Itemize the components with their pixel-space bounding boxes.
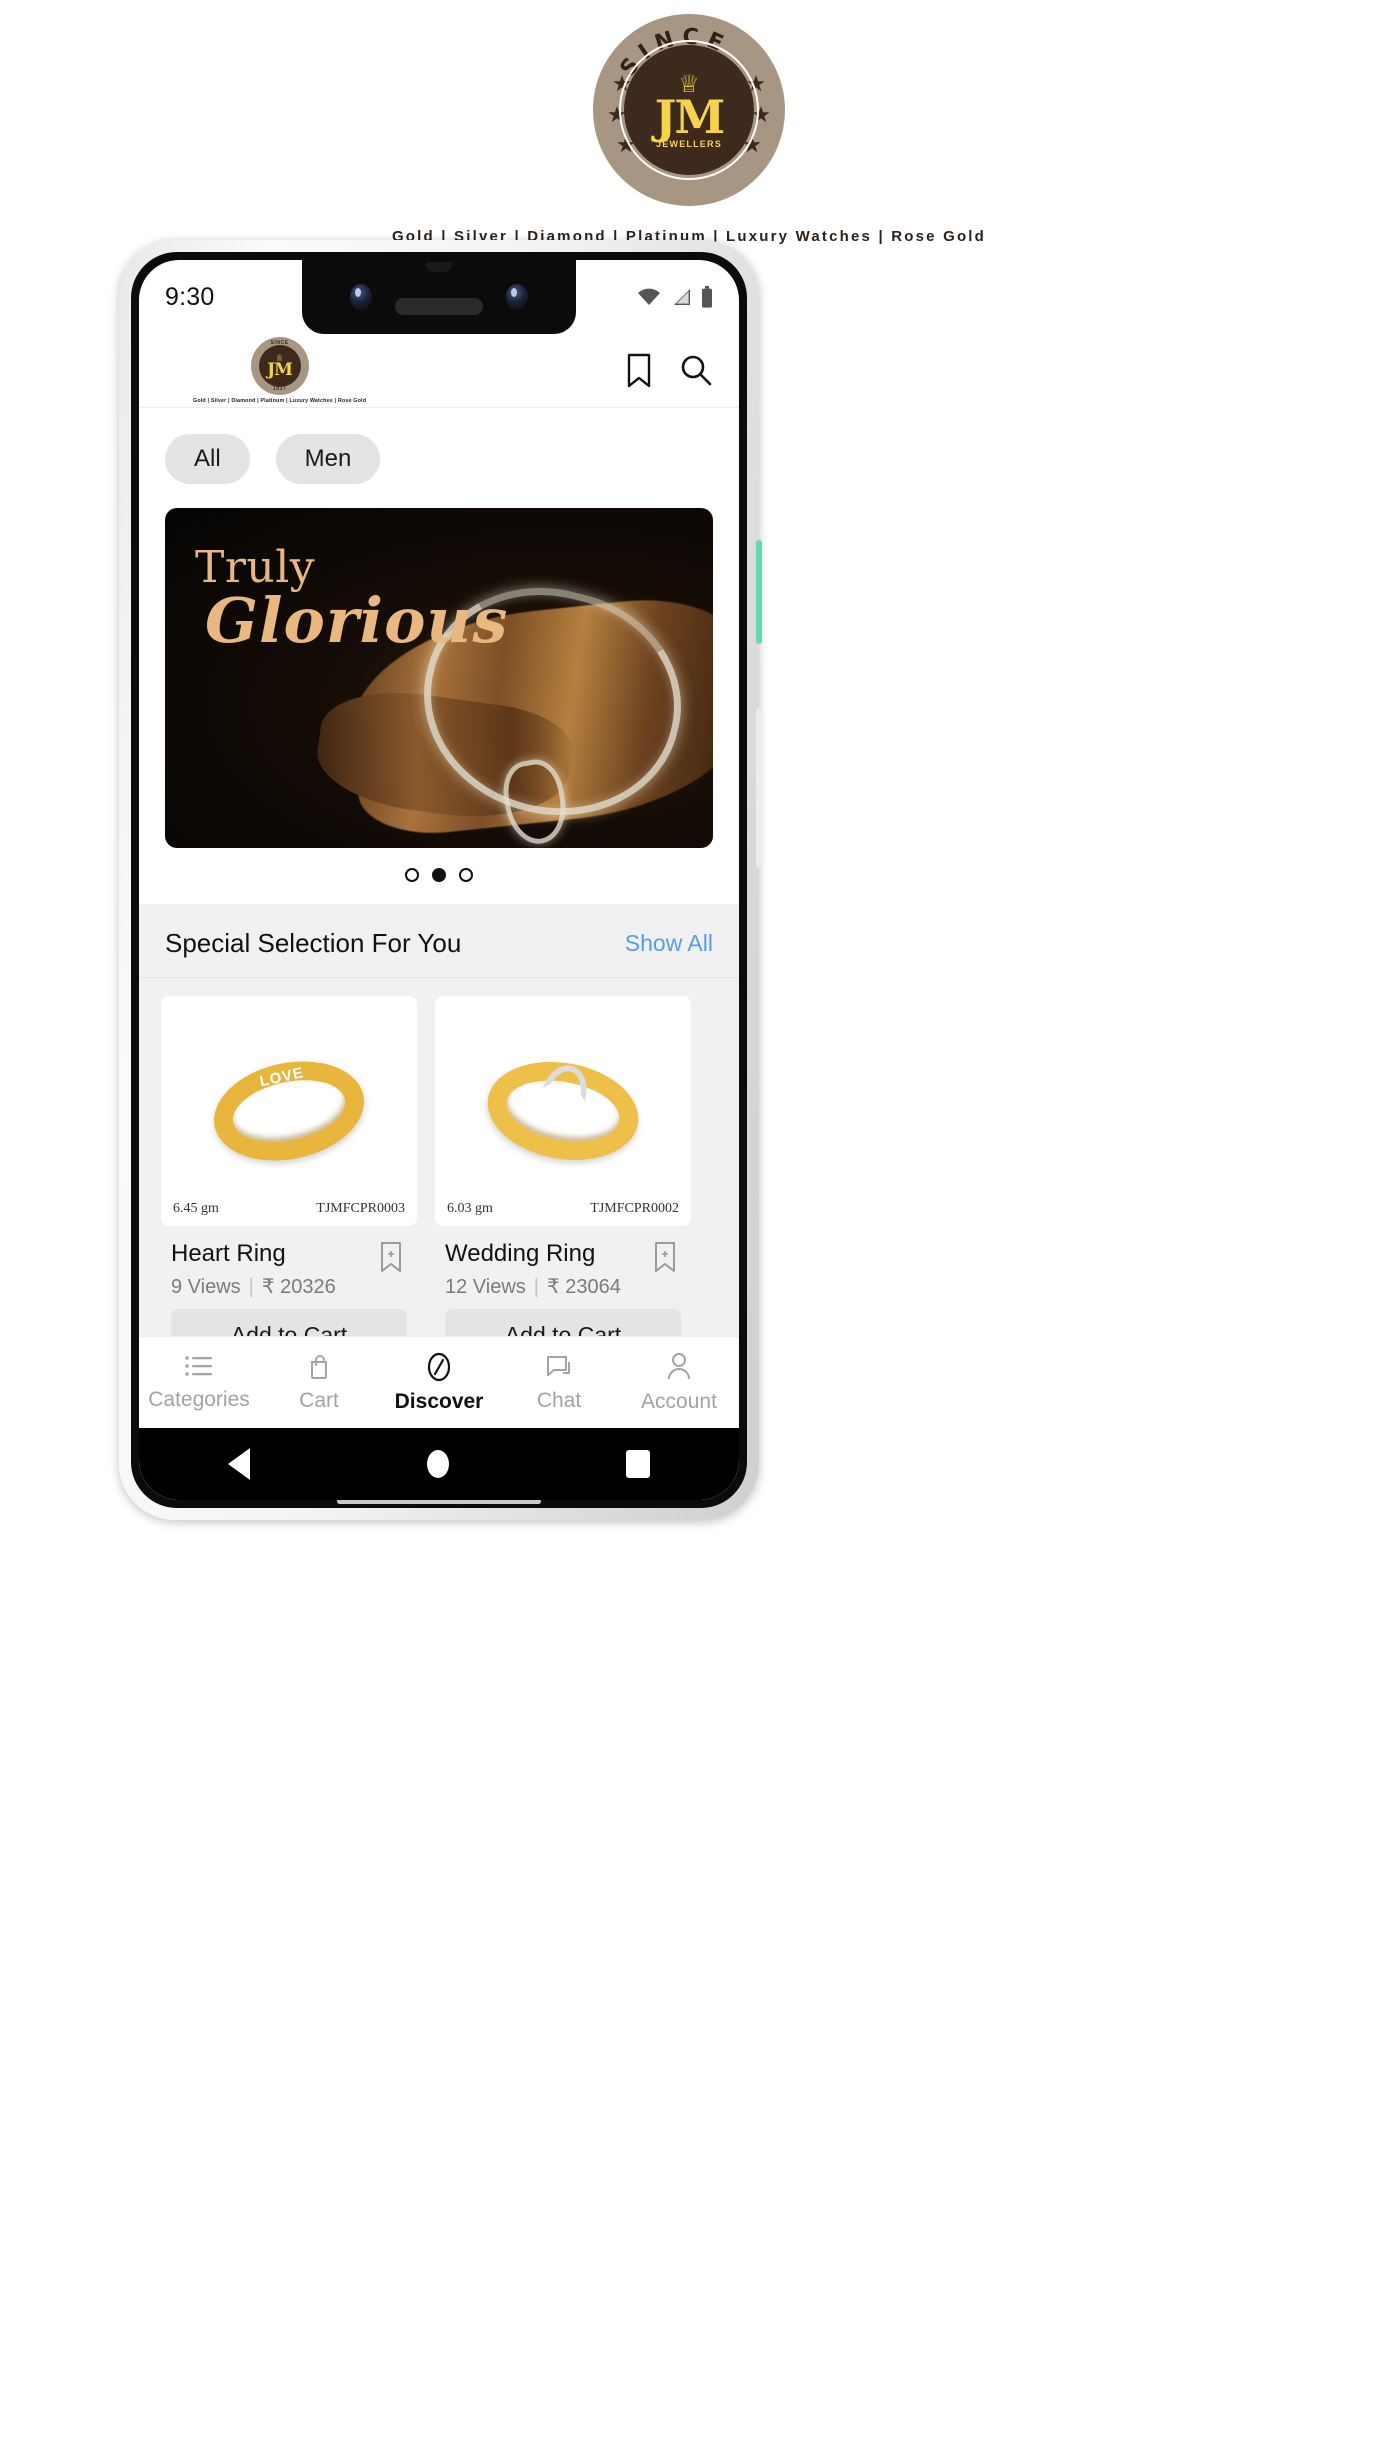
product-subline: 9 Views | ₹ 20326 <box>171 1274 336 1299</box>
ring-illustration <box>479 1050 647 1172</box>
android-navigation-bar <box>139 1428 739 1500</box>
nav-label: Categories <box>148 1387 250 1411</box>
nav-item-cart[interactable]: Cart <box>264 1353 374 1413</box>
carousel-dot-2[interactable] <box>432 868 446 882</box>
nav-item-chat[interactable]: Chat <box>504 1353 614 1413</box>
page-root: SINCE 1937 ♕ JM JEWELLERS <box>0 0 1378 2446</box>
product-card[interactable]: LOVE 6.45 gm TJMFCPR0003 Heart Ring 9 Vi… <box>161 996 417 1367</box>
brand-logo: SINCE 1937 ♕ JM JEWELLERS <box>593 14 785 206</box>
header-actions <box>625 353 713 389</box>
logo-inner: ♕ JM JEWELLERS <box>624 45 754 175</box>
product-text: Wedding Ring 12 Views | ₹ 23064 <box>445 1240 621 1299</box>
special-selection-section: Special Selection For You Show All LOVE <box>139 904 739 1369</box>
earpiece-speaker <box>395 298 483 315</box>
phone-notch <box>302 260 576 334</box>
product-price: ₹ 20326 <box>261 1276 336 1298</box>
product-weight: 6.03 gm <box>447 1201 493 1216</box>
logo-monogram: JM <box>654 90 726 144</box>
divider: | <box>248 1276 254 1298</box>
front-camera-left-icon <box>350 284 372 310</box>
product-image: LOVE 6.45 gm TJMFCPR0003 <box>161 996 417 1226</box>
carousel-indicator <box>139 868 739 882</box>
app-logo-monogram: JM <box>267 360 293 380</box>
home-icon[interactable] <box>426 1450 449 1478</box>
power-button[interactable] <box>756 540 762 644</box>
front-camera-right-icon <box>506 284 528 310</box>
compass-icon <box>427 1352 451 1381</box>
ring-motif <box>542 1059 594 1102</box>
product-subline: 12 Views | ₹ 23064 <box>445 1274 621 1299</box>
status-time: 9:30 <box>165 282 215 311</box>
bookmark-icon[interactable] <box>625 353 653 389</box>
product-info: Heart Ring 9 Views | ₹ 20326 <box>161 1226 417 1309</box>
app-logo-badge: SINCE 1937 ♕ JM <box>250 337 309 395</box>
app-logo-tagline: Gold | Silver | Diamond | Platinum | Lux… <box>193 398 367 404</box>
section-title: Special Selection For You <box>165 928 462 958</box>
product-info: Wedding Ring 12 Views | ₹ 23064 <box>435 1226 691 1309</box>
back-icon[interactable] <box>227 1448 250 1480</box>
divider: | <box>533 1276 539 1298</box>
chat-bubble-icon <box>547 1355 570 1376</box>
promo-banner[interactable]: Truly Glorious <box>165 508 713 848</box>
volume-button[interactable] <box>756 708 762 868</box>
app-header: SINCE 1937 ♕ JM Gold | Silver | Diamond … <box>139 334 739 408</box>
product-name: Heart Ring <box>171 1240 286 1267</box>
bookmark-plus-icon[interactable] <box>377 1240 405 1274</box>
product-image-meta: 6.45 gm TJMFCPR0003 <box>161 1201 417 1226</box>
ring-band-label: LOVE <box>258 1064 306 1091</box>
product-card[interactable]: 6.03 gm TJMFCPR0002 Wedding Ring 12 View… <box>435 996 691 1367</box>
nav-label: Chat <box>536 1388 582 1412</box>
product-views: 9 Views <box>171 1276 241 1298</box>
wifi-icon <box>638 288 660 305</box>
product-image: 6.03 gm TJMFCPR0002 <box>435 996 691 1226</box>
ring-illustration: LOVE <box>204 1048 374 1174</box>
product-code: TJMFCPR0002 <box>590 1201 679 1216</box>
banner-title-line2: Glorious <box>205 584 509 657</box>
carousel-dot-1[interactable] <box>405 868 419 882</box>
recents-icon[interactable] <box>626 1450 651 1478</box>
show-all-link[interactable]: Show All <box>625 930 713 957</box>
filter-chips: All Men <box>139 408 739 504</box>
app-logo-center: ♕ JM <box>258 345 301 387</box>
product-grid: LOVE 6.45 gm TJMFCPR0003 Heart Ring 9 Vi… <box>139 978 739 1367</box>
product-name: Wedding Ring <box>445 1240 596 1267</box>
carousel-dot-3[interactable] <box>459 868 473 882</box>
signal-icon <box>674 289 690 305</box>
nav-item-discover[interactable]: Discover <box>384 1352 494 1414</box>
product-weight: 6.45 gm <box>173 1201 219 1216</box>
nav-label: Account <box>641 1389 717 1413</box>
status-icons <box>637 286 713 308</box>
bookmark-plus-icon[interactable] <box>651 1240 679 1274</box>
nav-item-categories[interactable]: Categories <box>144 1354 254 1412</box>
bottom-navigation: Categories Cart Discover Chat Account <box>139 1336 739 1428</box>
battery-icon <box>702 286 712 308</box>
section-header: Special Selection For You Show All <box>139 904 739 978</box>
filter-chip-men[interactable]: Men <box>275 434 381 484</box>
nav-label: Cart <box>299 1388 339 1412</box>
person-icon <box>668 1352 690 1379</box>
product-code: TJMFCPR0003 <box>316 1201 405 1216</box>
shopping-bag-icon <box>311 1354 327 1379</box>
filter-chip-all[interactable]: All <box>165 434 250 484</box>
nav-label: Discover <box>394 1389 484 1413</box>
app-logo[interactable]: SINCE 1937 ♕ JM Gold | Silver | Diamond … <box>193 337 366 404</box>
phone-mockup: 9:30 SINCE 1937 ♕ JM Gold | Silver | Dia… <box>119 240 762 1520</box>
product-price: ₹ 23064 <box>547 1276 621 1298</box>
product-text: Heart Ring 9 Views | ₹ 20326 <box>171 1240 336 1299</box>
phone-screen: 9:30 SINCE 1937 ♕ JM Gold | Silver | Dia… <box>139 260 739 1500</box>
search-icon[interactable] <box>679 354 713 388</box>
product-image-meta: 6.03 gm TJMFCPR0002 <box>435 1201 691 1226</box>
nav-item-account[interactable]: Account <box>624 1352 734 1414</box>
logo-subtext: JEWELLERS <box>656 139 722 149</box>
product-views: 12 Views <box>445 1276 526 1298</box>
notch-sensor <box>426 262 452 272</box>
list-icon <box>185 1355 212 1376</box>
